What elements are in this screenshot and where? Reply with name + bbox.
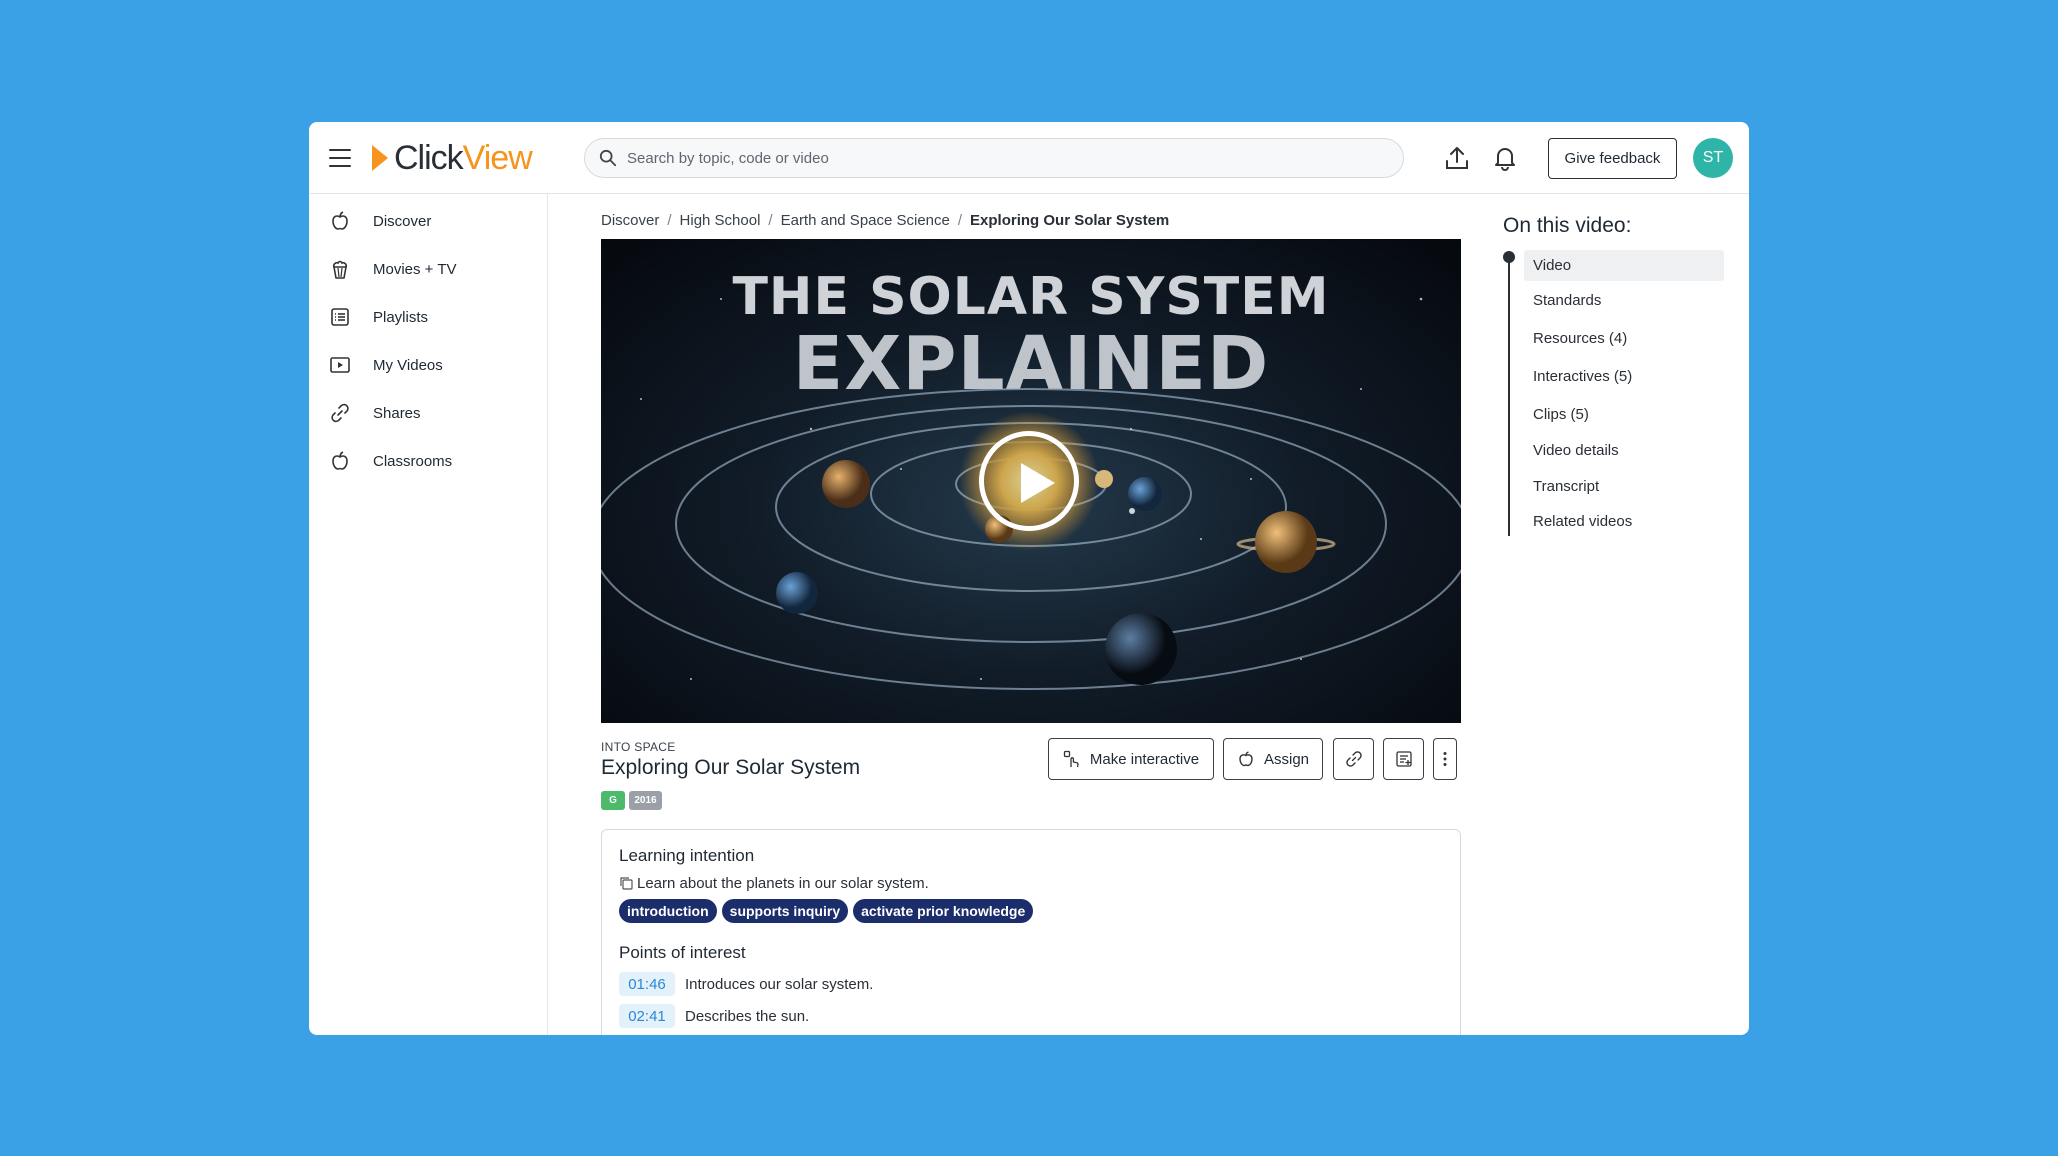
app-window: ClickView Give feedback ST Discover Movi… — [309, 122, 1749, 1035]
series-label: INTO SPACE — [601, 740, 676, 754]
learning-intention-heading: Learning intention — [619, 846, 755, 865]
breadcrumb: Discover / High School / Earth and Space Sci… — [601, 212, 1170, 229]
sidebar-item-label: Movies + TV — [373, 260, 457, 278]
tag-introduction[interactable]: introduction — [619, 899, 717, 923]
breadcrumb-high-school[interactable]: High School — [680, 212, 761, 229]
point-of-interest-text: Introduces our solar system. — [685, 975, 874, 993]
sidebar-item-label: Classrooms — [373, 452, 453, 470]
link-icon — [1345, 751, 1362, 767]
logo-text-click: Click — [394, 139, 464, 177]
bell-icon[interactable] — [1491, 144, 1519, 172]
video-title-overlay-line2: EXPLAINED — [792, 321, 1270, 407]
toc-item-clips[interactable]: Clips (5) — [1524, 399, 1724, 430]
assign-button[interactable]: Assign — [1223, 738, 1323, 780]
timestamp-link[interactable]: 02:41 — [619, 1004, 675, 1028]
toc-item-transcript[interactable]: Transcript — [1524, 471, 1724, 502]
play-button[interactable] — [979, 431, 1079, 531]
breadcrumb-earth-space-science[interactable]: Earth and Space Science — [781, 212, 950, 229]
point-of-interest-row: 02:41 Describes the sun. — [619, 1004, 809, 1028]
copy-icon[interactable] — [619, 876, 634, 891]
make-interactive-button[interactable]: Make interactive — [1048, 738, 1214, 780]
toc-item-interactives[interactable]: Interactives (5) — [1524, 361, 1724, 392]
sidebar-item-shares[interactable]: Shares — [309, 393, 547, 433]
tag-supports-inquiry[interactable]: supports inquiry — [721, 899, 849, 923]
video-title-overlay-line1: THE SOLAR SYSTEM — [732, 267, 1330, 327]
rating-badge: G — [601, 791, 625, 810]
learning-card: Learning intention Learn about the plane… — [601, 829, 1461, 1035]
sidebar-item-label: Playlists — [373, 308, 429, 326]
toc-indicator-dot — [1503, 251, 1515, 263]
toc-item-resources[interactable]: Resources (4) — [1524, 323, 1724, 354]
popcorn-icon — [333, 260, 347, 279]
apple-icon — [332, 211, 348, 230]
sidebar-item-label: Shares — [373, 404, 421, 422]
hand-pointer-icon — [1063, 750, 1079, 768]
points-of-interest-heading: Points of interest — [619, 943, 746, 962]
learning-intention-text: Learn about the planets in our solar sys… — [637, 875, 929, 892]
learning-intention-text-row: Learn about the planets in our solar sys… — [619, 875, 929, 892]
clickview-logo[interactable]: ClickView — [372, 139, 533, 177]
point-of-interest-text: Describes the sun. — [685, 1007, 810, 1025]
sidebar: Discover Movies + TV Playlists My Videos… — [309, 194, 548, 1035]
toc-track — [1508, 256, 1510, 536]
video-title: Exploring Our Solar System — [601, 756, 861, 779]
menu-icon[interactable] — [329, 149, 351, 167]
sidebar-item-label: Discover — [373, 212, 432, 230]
logo-play-icon — [372, 145, 388, 171]
point-of-interest-row: 01:46 Introduces our solar system. — [619, 972, 873, 996]
sidebar-item-movies-tv[interactable]: Movies + TV — [309, 249, 547, 289]
add-to-playlist-button[interactable] — [1383, 738, 1424, 780]
more-vertical-icon — [1443, 752, 1447, 766]
make-interactive-label: Make interactive — [1089, 750, 1200, 768]
list-icon — [331, 308, 349, 326]
more-options-button[interactable] — [1433, 738, 1457, 780]
breadcrumb-current: Exploring Our Solar System — [970, 212, 1170, 229]
toc-item-video[interactable]: Video — [1524, 250, 1724, 281]
copy-link-button[interactable] — [1333, 738, 1374, 780]
sidebar-item-discover[interactable]: Discover — [309, 201, 547, 241]
video-play-icon — [330, 357, 350, 373]
sidebar-item-classrooms[interactable]: Classrooms — [309, 441, 547, 481]
toc-item-video-details[interactable]: Video details — [1524, 435, 1724, 466]
toc-item-related-videos[interactable]: Related videos — [1524, 506, 1724, 537]
playlist-add-icon — [1395, 751, 1412, 767]
tag-activate-prior-knowledge[interactable]: activate prior knowledge — [853, 899, 1034, 923]
assign-label: Assign — [1263, 750, 1310, 768]
sidebar-item-my-videos[interactable]: My Videos — [309, 345, 547, 385]
upload-icon[interactable] — [1443, 144, 1471, 172]
avatar[interactable]: ST — [1693, 138, 1733, 178]
logo-text-view: View — [462, 139, 533, 177]
timestamp-link[interactable]: 01:46 — [619, 972, 675, 996]
toc-item-standards[interactable]: Standards — [1524, 285, 1724, 316]
give-feedback-button[interactable]: Give feedback — [1548, 138, 1677, 179]
sidebar-item-playlists[interactable]: Playlists — [309, 297, 547, 337]
search-bar[interactable] — [584, 138, 1404, 178]
top-bar: ClickView Give feedback ST — [309, 122, 1749, 194]
breadcrumb-discover[interactable]: Discover — [601, 212, 659, 229]
year-badge: 2016 — [629, 791, 662, 810]
apple-icon — [1239, 751, 1253, 767]
search-input[interactable] — [627, 149, 1387, 167]
apple-icon — [332, 451, 348, 470]
play-icon — [1021, 463, 1055, 503]
sidebar-item-label: My Videos — [373, 356, 443, 374]
link-icon — [331, 403, 349, 423]
video-player[interactable]: THE SOLAR SYSTEM EXPLAINED — [601, 239, 1461, 723]
tag-list: introduction supports inquiry activate p… — [619, 899, 1038, 923]
search-icon — [599, 149, 617, 167]
toc-title: On this video: — [1503, 214, 1632, 237]
